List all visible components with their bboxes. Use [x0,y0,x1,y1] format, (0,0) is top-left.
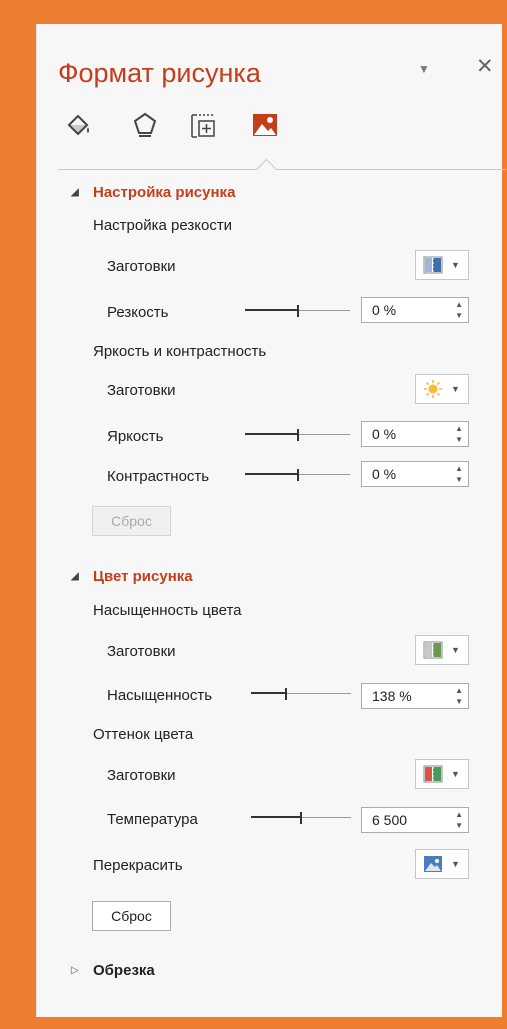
temperature-spinner[interactable]: 6 500 ▲ ▼ [361,807,469,833]
format-picture-pane: Формат рисунка ▼ ✕ ◢ Настройка рисунка Н… [36,24,506,1017]
brightness-presets-button[interactable]: ▼ [415,374,469,404]
spin-up-icon[interactable]: ▲ [455,810,463,819]
sharpness-spinner[interactable]: 0 % ▲ ▼ [361,297,469,323]
chevron-down-icon: ▼ [451,645,460,655]
corrections-reset-button[interactable]: Сброс [92,506,171,536]
section-crop[interactable]: ▷ Обрезка [71,962,155,979]
temperature-slider[interactable] [251,812,351,824]
brightness-label: Яркость [107,428,164,445]
spin-down-icon[interactable]: ▼ [455,475,463,484]
sharpness-value: 0 % [372,302,397,318]
effects-icon[interactable] [131,110,159,140]
spin-up-icon[interactable]: ▲ [455,424,463,433]
saturation-slider[interactable] [251,688,351,700]
sun-icon [424,380,442,398]
chevron-down-icon: ▼ [451,260,460,270]
spin-up-icon[interactable]: ▲ [455,300,463,309]
saturation-label: Насыщенность [107,687,213,704]
saturation-preset-icon [423,641,443,659]
section-picture-corrections[interactable]: ◢ Настройка рисунка [71,184,235,201]
chevron-down-icon: ▼ [451,384,460,394]
recolor-label: Перекрасить [93,857,183,874]
sharpen-subtitle: Настройка резкости [93,217,233,234]
contrast-spinner[interactable]: 0 % ▲ ▼ [361,461,469,487]
collapse-icon: ◢ [71,571,79,582]
size-properties-icon[interactable] [189,110,217,140]
saturation-spinner[interactable]: 138 % ▲ ▼ [361,683,469,709]
picture-icon[interactable] [251,110,279,140]
contrast-value: 0 % [372,466,397,482]
sharpness-slider[interactable] [245,305,350,317]
pane-options-icon[interactable]: ▼ [418,62,430,76]
slider-thumb[interactable] [297,305,299,317]
spin-down-icon[interactable]: ▼ [455,435,463,444]
sharpen-preset-icon [423,256,443,274]
tone-presets-button[interactable]: ▼ [415,759,469,789]
brightness-slider[interactable] [245,429,350,441]
contrast-slider[interactable] [245,469,350,481]
brightness-presets-label: Заготовки [107,382,176,399]
temperature-label: Температура [107,811,198,828]
slider-fill [245,309,298,311]
fill-line-icon[interactable] [65,110,93,140]
brightness-spinner[interactable]: 0 % ▲ ▼ [361,421,469,447]
brightness-value: 0 % [372,426,397,442]
chevron-down-icon: ▼ [451,769,460,779]
active-tab-indicator [255,158,278,181]
slider-thumb[interactable] [285,688,287,700]
recolor-picture-icon [424,856,442,872]
saturation-value: 138 % [372,688,412,704]
section-title: Настройка рисунка [93,184,236,201]
spin-down-icon[interactable]: ▼ [455,821,463,830]
recolor-button[interactable]: ▼ [415,849,469,879]
tone-subtitle: Оттенок цвета [93,726,194,743]
contrast-label: Контрастность [107,468,210,485]
sharpen-presets-label: Заготовки [107,258,176,275]
slider-fill [245,473,298,475]
color-reset-button[interactable]: Сброс [92,901,171,931]
tab-divider [58,169,506,170]
sharpness-label: Резкость [107,304,169,321]
slider-thumb[interactable] [297,429,299,441]
slider-thumb[interactable] [297,469,299,481]
spin-up-icon[interactable]: ▲ [455,686,463,695]
pane-title: Формат рисунка [58,58,261,88]
section-title: Цвет рисунка [93,568,193,585]
saturation-presets-button[interactable]: ▼ [415,635,469,665]
spin-up-icon[interactable]: ▲ [455,464,463,473]
tone-presets-label: Заготовки [107,767,176,784]
close-icon[interactable]: ✕ [476,54,494,79]
section-title: Обрезка [93,962,155,979]
expand-icon: ▷ [71,965,79,976]
sharpen-presets-button[interactable]: ▼ [415,250,469,280]
spin-down-icon[interactable]: ▼ [455,311,463,320]
chevron-down-icon: ▼ [451,859,460,869]
slider-fill [251,816,301,818]
temperature-value: 6 500 [372,812,408,828]
brightness-contrast-subtitle: Яркость и контрастность [93,343,267,360]
section-picture-color[interactable]: ◢ Цвет рисунка [71,568,193,585]
slider-fill [245,433,298,435]
saturation-subtitle: Насыщенность цвета [93,602,242,619]
tone-preset-icon [423,765,443,783]
slider-thumb[interactable] [300,812,302,824]
spin-down-icon[interactable]: ▼ [455,697,463,706]
collapse-icon: ◢ [71,187,79,198]
saturation-presets-label: Заготовки [107,643,176,660]
slider-fill [251,692,286,694]
